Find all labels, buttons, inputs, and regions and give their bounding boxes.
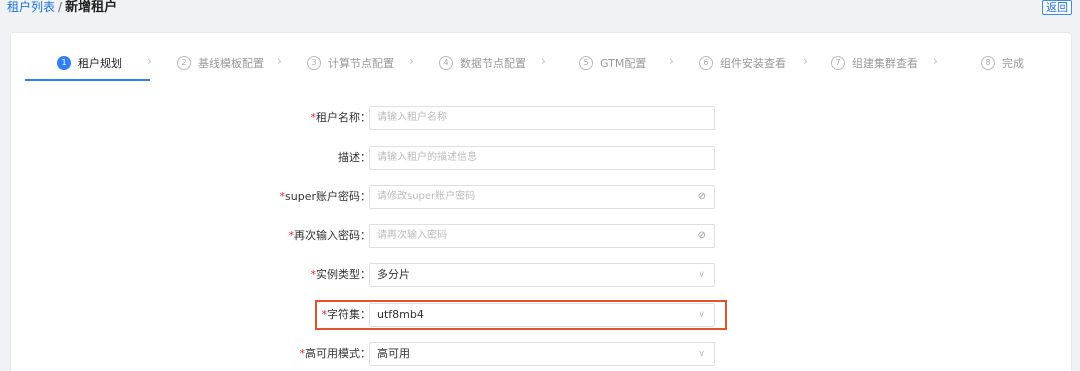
step-2-label: 基线模板配置 <box>198 57 264 70</box>
chevron-down-icon: ∨ <box>698 270 705 280</box>
chevron-right-icon: › <box>541 54 546 68</box>
tenant-name-row: *租户名称： 请输入租户名称 <box>11 106 1073 130</box>
breadcrumb: 租户列表 / 新增租户 <box>7 0 117 15</box>
instance-type-row: *实例类型： 多分片 ∨ <box>11 263 1073 287</box>
instance-type-value: 多分片 <box>377 268 410 281</box>
step-3-label: 计算节点配置 <box>328 57 394 70</box>
instance-type-select[interactable]: 多分片 ∨ <box>369 263 715 287</box>
breadcrumb-tenant-list-link[interactable]: 租户列表 <box>7 0 55 14</box>
step-6-number: 6 <box>699 56 713 70</box>
super-password-label: *super账户密码： <box>279 190 371 203</box>
chevron-right-icon: › <box>147 54 152 68</box>
step-5-label: GTM配置 <box>600 57 647 70</box>
confirm-password-input[interactable]: 请再次输入密码 ⊘ <box>369 224 715 248</box>
chevron-right-icon: › <box>277 54 282 68</box>
eye-hidden-icon[interactable]: ⊘ <box>698 225 706 247</box>
instance-type-label: *实例类型： <box>310 268 372 281</box>
step-5[interactable]: 5 GTM配置 <box>579 55 646 71</box>
step-2[interactable]: 2 基线模板配置 <box>177 55 264 71</box>
main-panel: 1 租户规划 › 2 基线模板配置 › 3 计算节点配置 › 4 数据节点配置 … <box>10 32 1072 371</box>
confirm-password-placeholder: 请再次输入密码 <box>377 230 447 241</box>
step-8-label: 完成 <box>1002 57 1024 70</box>
step-7[interactable]: 7 组建集群查看 <box>831 55 918 71</box>
step-4-number: 4 <box>439 56 453 70</box>
chevron-down-icon: ∨ <box>698 349 705 359</box>
page-title: 新增租户 <box>65 0 118 15</box>
tenant-name-input[interactable]: 请输入租户名称 <box>369 106 715 130</box>
top-bar: 租户列表 / 新增租户 返回 <box>0 0 1080 20</box>
back-button[interactable]: 返回 <box>1042 0 1072 15</box>
step-1-label: 租户规划 <box>78 57 122 70</box>
step-7-label: 组建集群查看 <box>852 57 918 70</box>
step-5-number: 5 <box>579 56 593 70</box>
chevron-right-icon: › <box>669 54 674 68</box>
super-password-input[interactable]: 请修改super账户密码 ⊘ <box>369 185 715 209</box>
eye-hidden-icon[interactable]: ⊘ <box>698 186 706 208</box>
step-6[interactable]: 6 组件安装查看 <box>699 55 786 71</box>
charset-highlight-box <box>315 300 727 330</box>
super-password-row: *super账户密码： 请修改super账户密码 ⊘ <box>11 185 1073 209</box>
step-4-label: 数据节点配置 <box>460 57 526 70</box>
ha-mode-label: *高可用模式： <box>299 347 372 360</box>
step-8-number: 8 <box>981 56 995 70</box>
super-password-placeholder: 请修改super账户密码 <box>377 191 476 202</box>
step-2-number: 2 <box>177 56 191 70</box>
description-row: 描述： 请输入租户的描述信息 <box>11 146 1073 170</box>
ha-mode-row: *高可用模式： 高可用 ∨ <box>11 342 1073 366</box>
breadcrumb-separator: / <box>58 0 63 14</box>
step-3[interactable]: 3 计算节点配置 <box>307 55 394 71</box>
active-step-indicator <box>25 79 150 81</box>
tenant-name-label: *租户名称： <box>310 111 372 124</box>
confirm-password-label: *再次输入密码： <box>288 229 372 242</box>
step-7-number: 7 <box>831 56 845 70</box>
chevron-right-icon: › <box>933 54 938 68</box>
chevron-right-icon: › <box>803 54 808 68</box>
step-6-label: 组件安装查看 <box>720 57 786 70</box>
step-8[interactable]: 8 完成 <box>981 55 1024 71</box>
ha-mode-value: 高可用 <box>377 347 410 360</box>
description-label: 描述： <box>338 151 371 164</box>
step-3-number: 3 <box>307 56 321 70</box>
confirm-password-row: *再次输入密码： 请再次输入密码 ⊘ <box>11 224 1073 248</box>
description-input[interactable]: 请输入租户的描述信息 <box>369 146 715 170</box>
step-1[interactable]: 1 租户规划 <box>57 55 122 71</box>
step-1-number: 1 <box>57 56 71 70</box>
steps-bar: 1 租户规划 › 2 基线模板配置 › 3 计算节点配置 › 4 数据节点配置 … <box>11 33 1073 81</box>
ha-mode-select[interactable]: 高可用 ∨ <box>369 342 715 366</box>
chevron-right-icon: › <box>409 54 414 68</box>
step-4[interactable]: 4 数据节点配置 <box>439 55 526 71</box>
